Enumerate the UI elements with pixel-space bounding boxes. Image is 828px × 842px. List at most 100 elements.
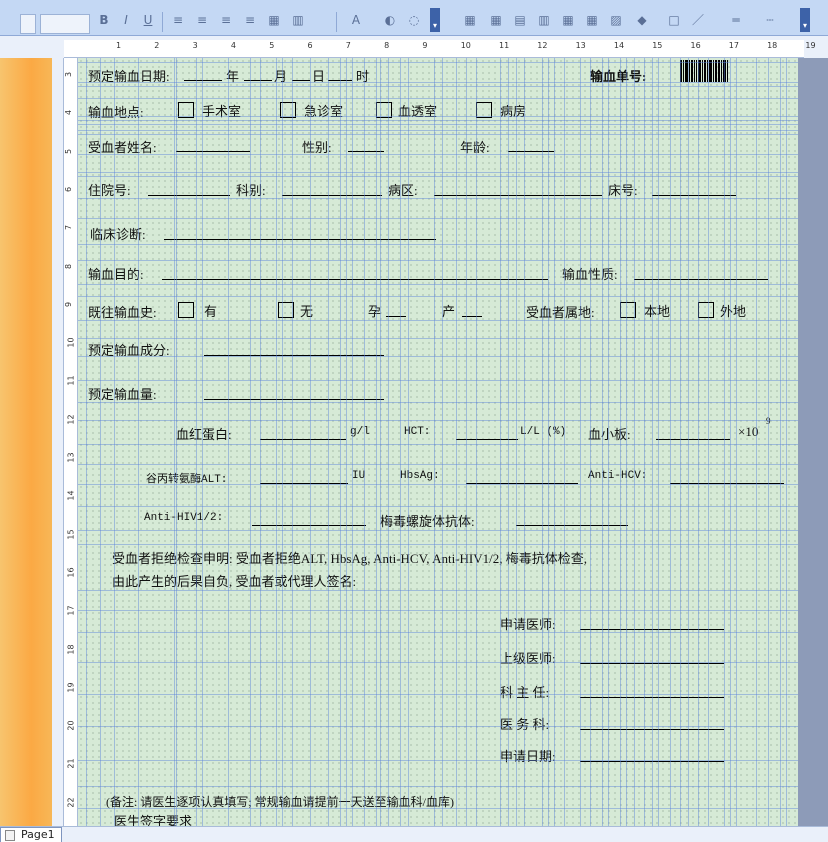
- layout-guide-vertical: [138, 58, 139, 826]
- page-icon: [5, 830, 15, 841]
- layout-guide-vertical: [524, 58, 525, 826]
- layout-guide-vertical: [196, 58, 197, 826]
- ruler-number: 4: [64, 110, 74, 116]
- shape-icon[interactable]: □: [664, 10, 684, 30]
- clear-format-icon[interactable]: ◌: [404, 10, 424, 30]
- syphilis-label: 梅毒螺旋体抗体:: [380, 514, 475, 529]
- report-page[interactable]: 预定输血日期: 年 月 日 时 输血单号: 输血地点: 手术室 急诊室 血透室 …: [78, 58, 798, 826]
- align-right-icon[interactable]: ≡: [216, 10, 236, 30]
- cell-icon[interactable]: ▦: [486, 10, 506, 30]
- year-field[interactable]: [184, 67, 222, 81]
- font-color-icon[interactable]: A: [346, 10, 366, 30]
- residence-other-checkbox[interactable]: [698, 302, 714, 318]
- purpose-field[interactable]: [162, 266, 548, 280]
- fill-color-icon[interactable]: ◆: [632, 10, 652, 30]
- merge-icon[interactable]: ▤: [510, 10, 530, 30]
- layout-guide-horizontal: [78, 338, 798, 339]
- diagnosis-field[interactable]: [164, 226, 436, 240]
- layout-guide-vertical: [328, 58, 329, 826]
- pregnancy-count-field[interactable]: [386, 303, 406, 317]
- ruler-number: 3: [192, 41, 198, 50]
- font-name-combo[interactable]: [40, 14, 90, 34]
- bold-button[interactable]: B: [94, 10, 114, 30]
- layout-guide-horizontal: [78, 444, 798, 445]
- page-tab[interactable]: Page1: [0, 827, 62, 842]
- layout-guide-vertical: [86, 58, 87, 826]
- border-icon[interactable]: ▦: [460, 10, 480, 30]
- font-size-combo[interactable]: [20, 14, 36, 34]
- volume-field[interactable]: [204, 386, 384, 400]
- birth-count-field[interactable]: [462, 303, 482, 317]
- layout-guide-vertical: [608, 58, 609, 826]
- layout-guide-horizontal: [78, 694, 798, 695]
- report-tree-panel[interactable]: [0, 58, 52, 826]
- hemoglobin-field[interactable]: [260, 426, 346, 440]
- layout-guide-vertical: [736, 58, 737, 826]
- align-center-icon[interactable]: ≡: [192, 10, 212, 30]
- toolbar-overflow-chevron-icon[interactable]: ▾: [430, 8, 440, 32]
- layout-guide-horizontal: [78, 82, 798, 83]
- note-line2: 医生签字要求: [114, 814, 193, 826]
- dash-style-icon[interactable]: ┄: [760, 10, 780, 30]
- ward-field[interactable]: [434, 182, 602, 196]
- outdent-icon[interactable]: ▥: [288, 10, 308, 30]
- line-color-icon[interactable]: ／: [688, 10, 708, 30]
- ruler-number: 7: [345, 41, 351, 50]
- ruler-number: 13: [66, 452, 76, 463]
- layout-guide-vertical: [756, 58, 757, 826]
- toolbar-overflow-chevron-icon[interactable]: ▾: [800, 8, 810, 32]
- admission-no-field[interactable]: [148, 182, 230, 196]
- split-icon[interactable]: ▥: [534, 10, 554, 30]
- recipient-name-field[interactable]: [176, 138, 250, 152]
- justify-icon[interactable]: ≡: [240, 10, 260, 30]
- layout-guide-vertical: [652, 58, 653, 826]
- platelet-label: 血小板:: [588, 427, 631, 442]
- layout-guide-vertical: [364, 58, 365, 826]
- ruler-number: 9: [422, 41, 428, 50]
- layout-guide-horizontal: [78, 124, 798, 125]
- italic-button[interactable]: I: [116, 10, 136, 30]
- refusal-statement-line2: 由此产生的后果自负, 受血者或代理人签名:: [112, 574, 357, 589]
- page-tab-label: Page1: [21, 828, 55, 841]
- hbsag-field[interactable]: [466, 470, 578, 484]
- layout-guide-vertical: [680, 58, 681, 826]
- line-style-icon[interactable]: ═: [726, 10, 746, 30]
- layout-guide-vertical: [466, 58, 467, 826]
- underline-button[interactable]: U: [138, 10, 158, 30]
- table-icon[interactable]: ▦: [582, 10, 602, 30]
- nature-field[interactable]: [634, 266, 768, 280]
- layout-guide-vertical: [554, 58, 555, 826]
- day-field[interactable]: [292, 67, 310, 81]
- history-yes-label: 有: [204, 304, 218, 319]
- layout-guide-vertical: [434, 58, 435, 826]
- layout-guide-vertical: [708, 58, 709, 826]
- platelet-field[interactable]: [656, 426, 730, 440]
- layout-guide-horizontal: [78, 176, 798, 177]
- history-yes-checkbox[interactable]: [178, 302, 194, 318]
- layout-guide-vertical: [310, 58, 311, 826]
- ruler-number: 11: [499, 41, 510, 50]
- grid-icon[interactable]: ▦: [558, 10, 578, 30]
- layout-guide-vertical: [352, 58, 353, 826]
- component-field[interactable]: [204, 342, 384, 356]
- ruler-number: 20: [66, 720, 76, 731]
- ruler-number: 8: [384, 41, 390, 50]
- indent-icon[interactable]: ▦: [264, 10, 284, 30]
- align-left-icon[interactable]: ≡: [168, 10, 188, 30]
- ruler-number: 12: [66, 414, 76, 425]
- anti-hiv-field[interactable]: [252, 512, 366, 526]
- layout-guide-vertical: [100, 58, 101, 826]
- layout-guide-vertical: [602, 58, 603, 826]
- gender-field[interactable]: [348, 138, 384, 152]
- layout-guide-horizontal: [78, 484, 798, 485]
- layout-guide-vertical: [202, 58, 203, 826]
- alt-field[interactable]: [260, 470, 348, 484]
- panel-splitter[interactable]: [52, 58, 64, 826]
- pattern-icon[interactable]: ▨: [606, 10, 626, 30]
- department-field[interactable]: [282, 182, 382, 196]
- month-field[interactable]: [244, 67, 272, 81]
- syphilis-field[interactable]: [516, 512, 628, 526]
- highlight-icon[interactable]: ◐: [380, 10, 400, 30]
- layout-guide-horizontal: [78, 786, 798, 787]
- layout-guide-vertical: [780, 58, 781, 826]
